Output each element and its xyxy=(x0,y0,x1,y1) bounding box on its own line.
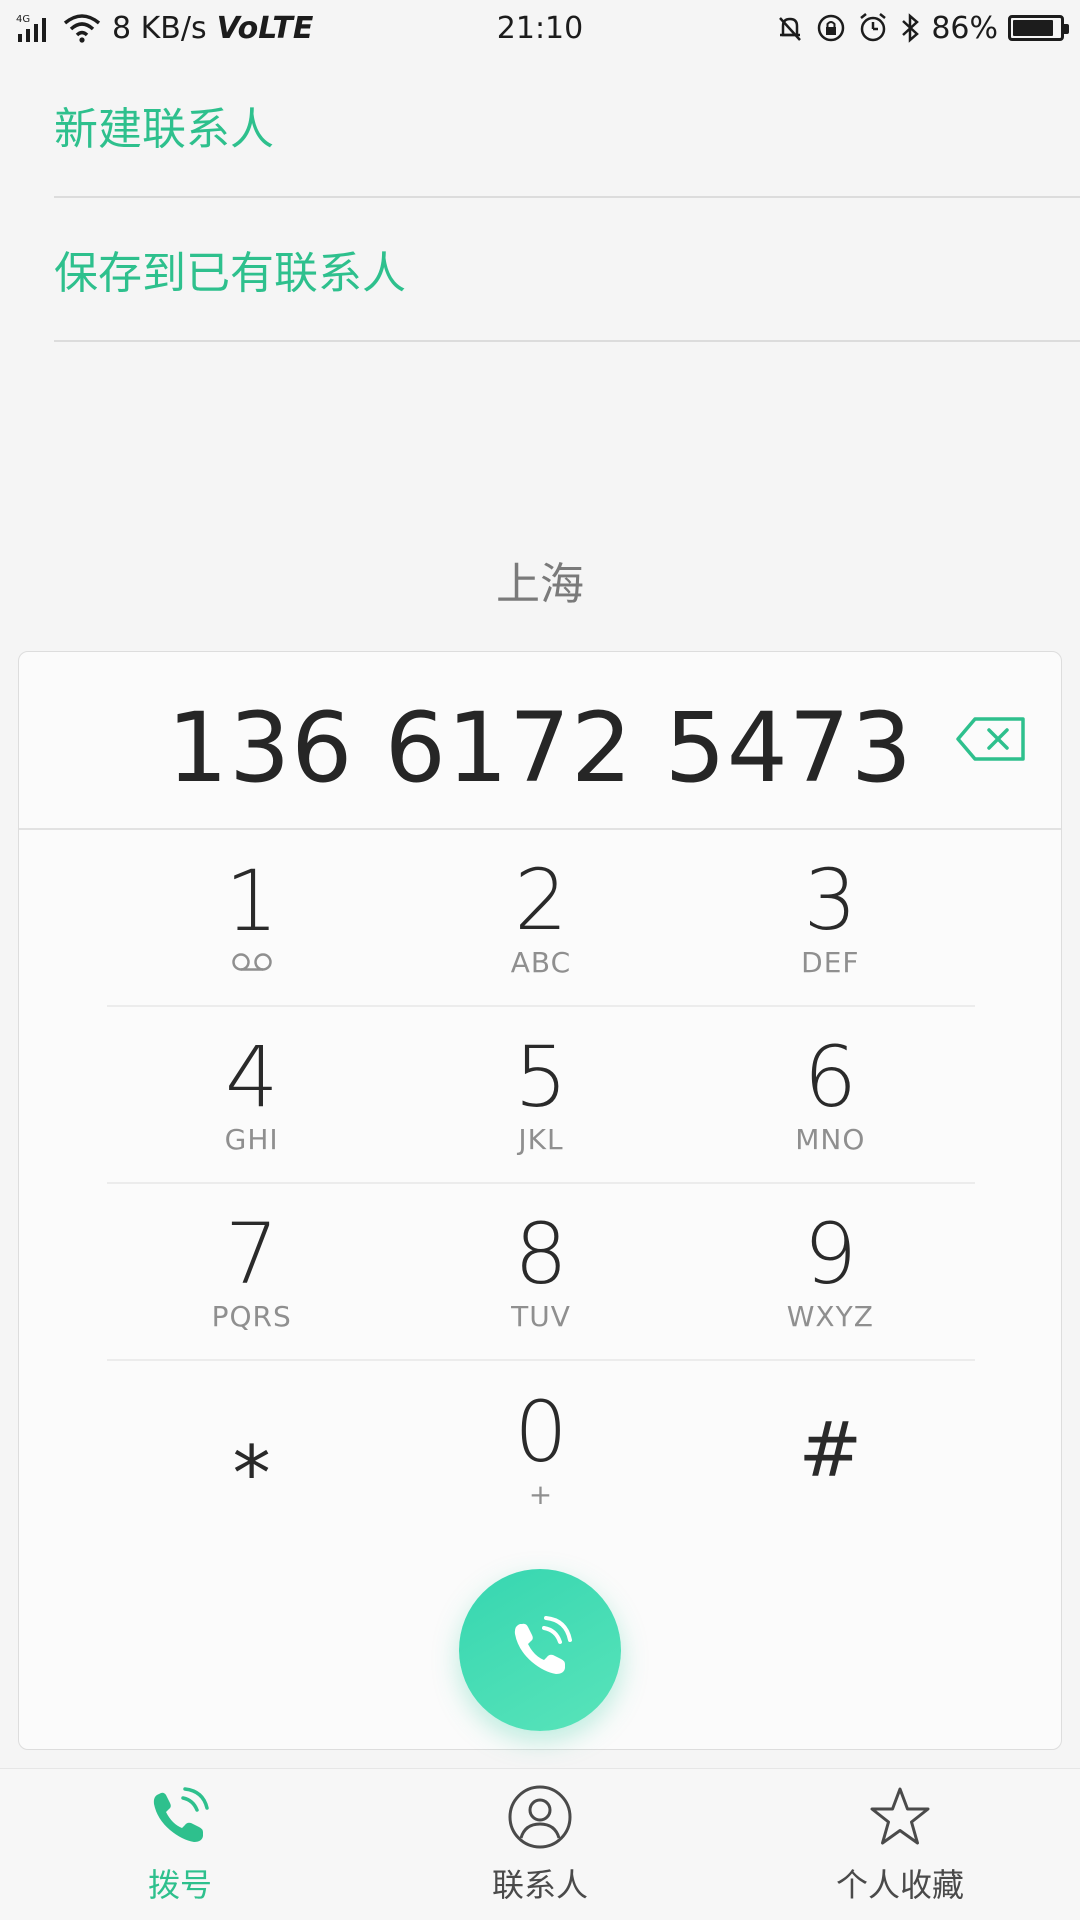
key-digit: # xyxy=(798,1405,863,1494)
key-digit: 0 xyxy=(514,1382,568,1481)
key-star[interactable]: ⁎ xyxy=(107,1361,396,1538)
key-letters: JKL xyxy=(518,1122,564,1156)
key-digit: 4 xyxy=(224,1027,279,1126)
status-bar: 4G 8 KB/s VoLTE 21:10 86% xyxy=(0,0,1080,56)
key-digit: 5 xyxy=(514,1027,568,1126)
svg-text:4G: 4G xyxy=(16,14,30,25)
bluetooth-icon xyxy=(899,12,921,44)
signal-icon: 4G xyxy=(16,12,52,44)
key-digit: 8 xyxy=(514,1204,568,1303)
key-letters: DEF xyxy=(801,945,860,979)
wifi-icon xyxy=(62,13,102,43)
backspace-icon[interactable] xyxy=(955,716,1027,762)
alarm-icon xyxy=(857,12,889,44)
number-row: 136 6172 5473 xyxy=(19,652,1061,830)
key-hash[interactable]: # xyxy=(686,1361,975,1538)
new-contact-option[interactable]: 新建联系人 xyxy=(54,54,1080,198)
key-1[interactable]: 1 xyxy=(107,830,396,1005)
tab-favorites-label: 个人收藏 xyxy=(835,1865,964,1904)
key-digit: 6 xyxy=(803,1027,858,1126)
key-digit: 7 xyxy=(224,1204,279,1303)
key-letters: TUV xyxy=(511,1299,571,1333)
new-contact-label: 新建联系人 xyxy=(54,104,274,155)
keypad-row: 4 GHI 5 JKL 6 MNO xyxy=(107,1007,975,1184)
key-4[interactable]: 4 GHI xyxy=(107,1007,396,1182)
save-to-existing-contact-option[interactable]: 保存到已有联系人 xyxy=(54,198,1080,342)
key-letters: MNO xyxy=(795,1122,866,1156)
call-button[interactable] xyxy=(459,1569,621,1731)
key-letters: GHI xyxy=(224,1122,279,1156)
key-5[interactable]: 5 JKL xyxy=(396,1007,685,1182)
mute-bell-icon xyxy=(775,13,805,43)
key-digit: 1 xyxy=(224,851,279,950)
battery-percent: 86% xyxy=(931,10,998,46)
tab-dial[interactable]: 拨号 xyxy=(0,1769,360,1920)
key-2[interactable]: 2 ABC xyxy=(396,830,685,1005)
status-right: 86% xyxy=(775,10,1069,46)
key-letters: ABC xyxy=(510,945,572,979)
key-3[interactable]: 3 DEF xyxy=(686,830,975,1005)
keypad: 1 2 ABC 3 DEF 4 GHI 5 JKL 6 MNO 7 PQRS 8… xyxy=(107,830,975,1538)
number-location: 上海 xyxy=(496,559,584,610)
key-0[interactable]: 0 + xyxy=(396,1361,685,1538)
key-letters: PQRS xyxy=(211,1299,292,1333)
rotation-lock-icon xyxy=(815,12,847,44)
star-icon xyxy=(867,1784,933,1854)
keypad-row: 1 2 ABC 3 DEF xyxy=(107,830,975,1007)
phone-icon xyxy=(145,1784,215,1854)
tab-contacts[interactable]: 联系人 xyxy=(360,1769,720,1920)
voicemail-icon xyxy=(230,951,274,977)
key-digit: 9 xyxy=(803,1204,858,1303)
key-digit: 3 xyxy=(803,850,858,949)
keypad-row: ⁎ 0 + # xyxy=(107,1361,975,1538)
tab-contacts-label: 联系人 xyxy=(491,1865,588,1904)
volte-label: VoLTE xyxy=(216,10,314,46)
bottom-nav: 拨号 联系人 个人收藏 xyxy=(0,1768,1080,1920)
key-letters: + xyxy=(528,1477,554,1511)
network-speed: 8 KB/s xyxy=(112,10,207,46)
key-7[interactable]: 7 PQRS xyxy=(107,1184,396,1359)
battery-fill xyxy=(1013,20,1053,36)
dialed-number: 136 6172 5473 xyxy=(167,692,913,804)
tab-favorites[interactable]: 个人收藏 xyxy=(720,1769,1080,1920)
key-digit: ⁎ xyxy=(232,1405,271,1494)
key-6[interactable]: 6 MNO xyxy=(686,1007,975,1182)
keypad-row: 7 PQRS 8 TUV 9 WXYZ xyxy=(107,1184,975,1361)
save-to-existing-label: 保存到已有联系人 xyxy=(54,248,406,299)
key-digit: 2 xyxy=(514,850,568,949)
key-9[interactable]: 9 WXYZ xyxy=(686,1184,975,1359)
phone-call-icon xyxy=(504,1612,576,1688)
tab-dial-label: 拨号 xyxy=(147,1865,212,1904)
dialpad-card: 136 6172 5473 1 2 ABC 3 DEF 4 GHI 5 JKL … xyxy=(18,651,1062,1750)
key-letters: WXYZ xyxy=(786,1299,874,1333)
battery-icon xyxy=(1008,15,1069,41)
status-left: 4G 8 KB/s VoLTE xyxy=(16,11,775,46)
key-8[interactable]: 8 TUV xyxy=(396,1184,685,1359)
person-icon xyxy=(507,1784,573,1854)
